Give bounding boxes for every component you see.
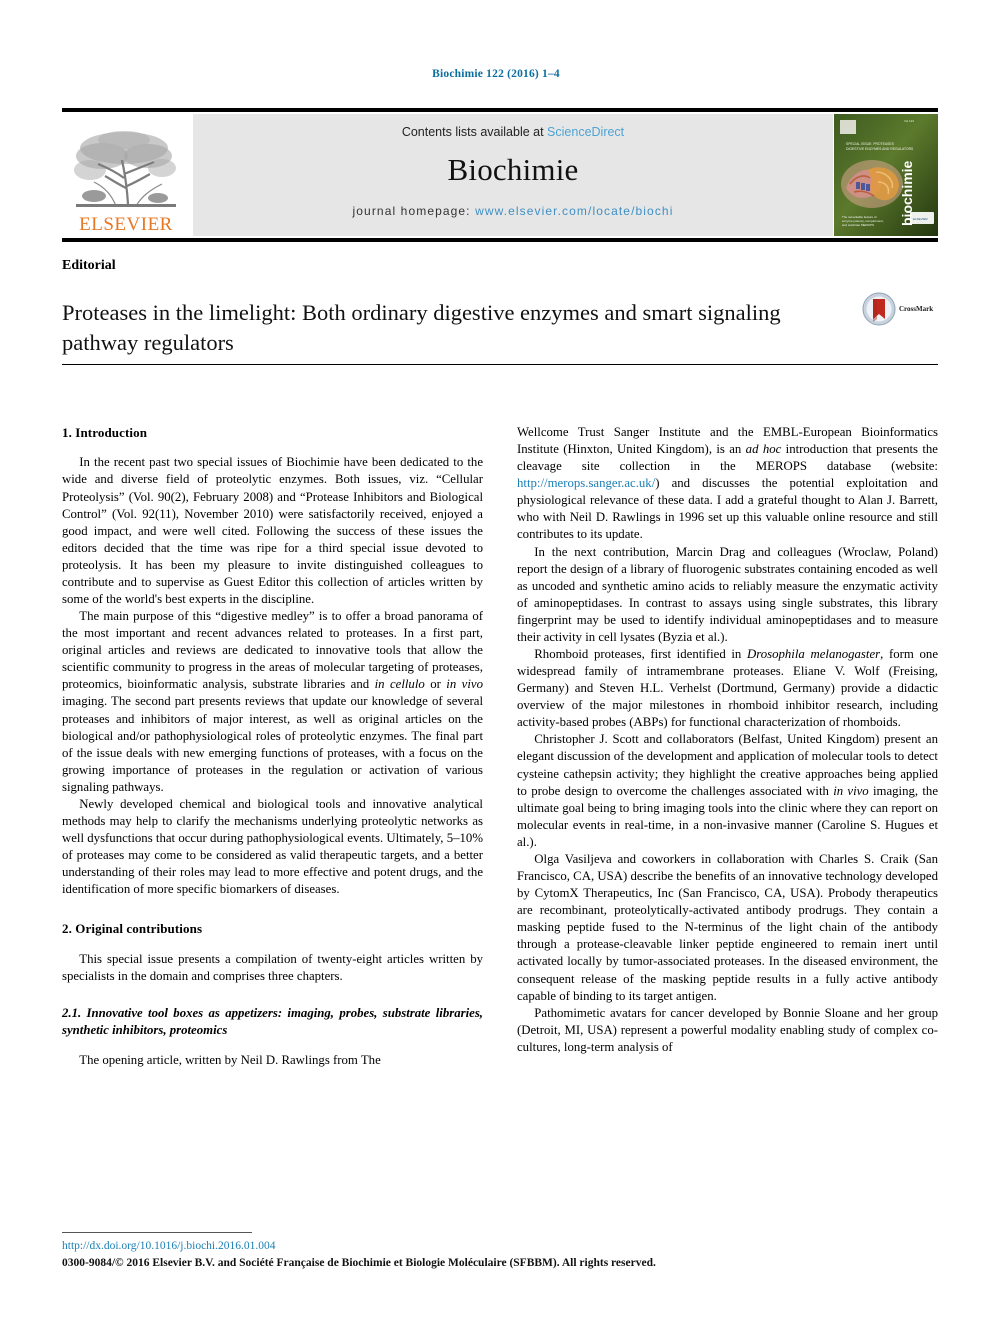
- right-column: Wellcome Trust Sanger Institute and the …: [517, 424, 938, 1194]
- contents-prefix-text: Contents lists available at: [401, 125, 548, 139]
- svg-text:Vol 122: Vol 122: [904, 119, 914, 123]
- journal-title: Biochimie: [447, 152, 579, 187]
- para2-italic-in-cellulo: in cellulo: [374, 677, 425, 692]
- para2-part-c: imaging. The second part presents review…: [62, 694, 483, 794]
- paragraph-pathomimetic: Pathomimetic avatars for cancer develope…: [517, 1005, 938, 1054]
- journal-masthead: ELSEVIER Contents lists available at Sci…: [62, 108, 938, 242]
- header-divider-rule: [62, 364, 938, 365]
- para2-part-b: or: [424, 677, 447, 692]
- masthead-rule-bottom: [62, 238, 938, 242]
- page-title: Proteases in the limelight: Both ordinar…: [62, 300, 781, 355]
- copyright-statement: 0300-9084/© 2016 Elsevier B.V. and Socié…: [62, 1256, 656, 1269]
- running-head: Biochimie 122 (2016) 1–4: [432, 68, 560, 80]
- paragraph-rhomboid: Rhomboid proteases, first identified in …: [517, 646, 938, 731]
- paragraph-cathepsin: Christopher J. Scott and collaborators (…: [517, 731, 938, 851]
- para2-italic-in-vivo: in vivo: [446, 677, 483, 692]
- merops-italic-ad-hoc: ad hoc: [745, 442, 782, 457]
- crossmark-icon: [862, 292, 896, 326]
- footer-divider-rule: [62, 1232, 252, 1233]
- article-type-label: Editorial: [62, 258, 116, 273]
- masthead-center-band: Contents lists available at ScienceDirec…: [193, 114, 833, 236]
- elsevier-tree-icon: [74, 131, 176, 207]
- article-body: 1. Introduction In the recent past two s…: [62, 424, 938, 1194]
- doi-link[interactable]: http://dx.doi.org/10.1016/j.biochi.2016.…: [62, 1238, 938, 1255]
- svg-text:SPECIAL ISSUE: PROTEASES: SPECIAL ISSUE: PROTEASES: [846, 142, 895, 146]
- svg-text:and substrate MEROPS: and substrate MEROPS: [842, 223, 874, 227]
- journal-cover-image: Vol 122 SPECIAL ISSUE: PROTEASES DIGESTI…: [834, 114, 938, 236]
- crossmark-badge[interactable]: CrossMark: [862, 288, 942, 330]
- journal-homepage-line: journal homepage: www.elsevier.com/locat…: [193, 204, 833, 218]
- page-footer: http://dx.doi.org/10.1016/j.biochi.2016.…: [62, 1238, 938, 1271]
- paragraph-intro-1: In the recent past two special issues of…: [62, 455, 483, 606]
- cathepsin-italic-in-vivo: in vivo: [833, 783, 869, 798]
- svg-text:DIGESTIVE ENZYMES AND REGULATO: DIGESTIVE ENZYMES AND REGULATORS: [846, 147, 914, 151]
- paragraph-opening-article: The opening article, written by Neil D. …: [79, 1052, 381, 1067]
- rhomboid-italic-drosophila: Drosophila melanogaster: [746, 647, 881, 662]
- paragraph-drag-substrates: In the next contribution, Marcin Drag an…: [517, 544, 938, 644]
- svg-text:ELSEVIER: ELSEVIER: [913, 217, 929, 221]
- paragraph-intro-2: The main purpose of this “digestive medl…: [62, 608, 483, 796]
- crossmark-label: CrossMark: [899, 304, 934, 313]
- sciencedirect-link[interactable]: ScienceDirect: [547, 125, 624, 139]
- homepage-prefix-text: journal homepage:: [352, 204, 476, 218]
- paragraph-merops: Wellcome Trust Sanger Institute and the …: [517, 424, 938, 544]
- rhomboid-part-a: Rhomboid proteases, first identified in: [534, 647, 747, 662]
- paragraph-intro-3: Newly developed chemical and biological …: [62, 796, 483, 897]
- merops-database-link[interactable]: http://merops.sanger.ac.uk/: [517, 476, 655, 490]
- heading-introduction: 1. Introduction: [62, 425, 148, 440]
- journal-homepage-link[interactable]: www.elsevier.com/locate/biochi: [475, 204, 673, 218]
- heading-subsection-2-1: 2.1. Innovative tool boxes as appetizers…: [62, 1005, 483, 1037]
- elsevier-wordmark: ELSEVIER: [79, 214, 173, 235]
- masthead-rule-top: [62, 108, 938, 112]
- article-page: Biochimie 122 (2016) 1–4 ELSEVIER Conten…: [0, 0, 992, 1323]
- paragraph-contributions-1: This special issue presents a compilatio…: [62, 951, 483, 983]
- elsevier-logo: ELSEVIER: [62, 114, 190, 236]
- heading-original-contributions: 2. Original contributions: [62, 921, 203, 937]
- contents-available-line: Contents lists available at ScienceDirec…: [193, 125, 833, 139]
- paragraph-probody: Olga Vasiljeva and coworkers in collabor…: [517, 851, 938, 1003]
- journal-cover-thumbnail: Vol 122 SPECIAL ISSUE: PROTEASES DIGESTI…: [834, 114, 938, 236]
- left-column: 1. Introduction In the recent past two s…: [62, 424, 483, 1194]
